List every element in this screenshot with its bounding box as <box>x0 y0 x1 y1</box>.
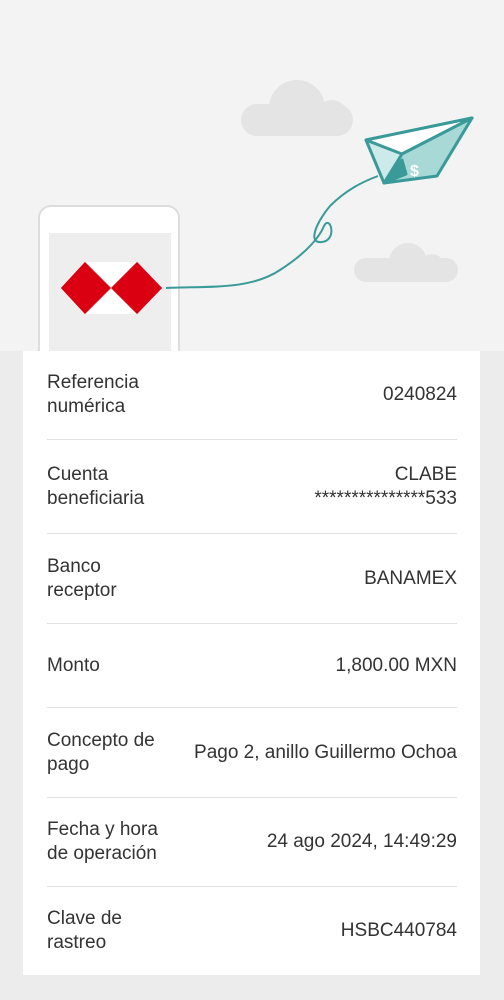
row-label: Fecha y hora de operación <box>47 819 158 864</box>
row-label: Concepto de pago <box>47 729 155 775</box>
row-label: Clave de rastreo <box>47 908 122 953</box>
row-value: 1,800.00 MXN <box>175 654 457 678</box>
row-label: Banco receptor <box>47 555 117 601</box>
row-value: CLABE ***************533 <box>175 463 457 511</box>
detail-row-monto: Monto 1,800.00 MXN <box>47 624 457 708</box>
svg-text:$: $ <box>410 163 419 180</box>
clave-value: HSBC440784 <box>340 920 457 941</box>
concepto-value: Pago 2, anillo Guillermo Ochoa <box>194 741 457 763</box>
row-label: Monto <box>47 654 100 676</box>
banco-value: BANAMEX <box>364 567 457 589</box>
referencia-value: 0240824 <box>383 384 457 405</box>
hero-illustration: $ <box>0 0 504 351</box>
detail-row-cuenta: Cuenta beneficiaria CLABE **************… <box>47 440 457 534</box>
detail-row-concepto: Concepto de pago Pago 2, anillo Guillerm… <box>47 708 457 798</box>
row-label: Cuenta beneficiaria <box>47 463 145 509</box>
cuenta-type-value: CLABE <box>394 463 457 485</box>
row-value: BANAMEX <box>175 567 457 591</box>
row-value: 0240824 <box>175 383 457 407</box>
row-value: 24 ago 2024, 14:49:29 <box>175 830 457 854</box>
detail-row-referencia: Referencia numérica 0240824 <box>47 351 457 440</box>
cuenta-number-value: ***************533 <box>314 487 457 509</box>
transfer-details-card: Referencia numérica 0240824 Cuenta benef… <box>23 351 480 975</box>
row-label: Referencia numérica <box>47 372 139 417</box>
flight-path-line <box>165 175 379 289</box>
fecha-value: 24 ago 2024, 14:49:29 <box>266 831 457 852</box>
detail-row-clave: Clave de rastreo HSBC440784 <box>47 887 457 975</box>
row-value: HSBC440784 <box>175 919 457 943</box>
cloud-icon <box>354 243 458 282</box>
paper-plane-icon: $ <box>364 116 474 185</box>
row-value: Pago 2, anillo Guillermo Ochoa <box>175 741 457 765</box>
cloud-icon <box>241 80 353 136</box>
detail-row-fecha: Fecha y hora de operación 24 ago 2024, 1… <box>47 798 457 887</box>
monto-value: 1,800.00 MXN <box>335 654 457 676</box>
detail-row-banco: Banco receptor BANAMEX <box>47 534 457 624</box>
